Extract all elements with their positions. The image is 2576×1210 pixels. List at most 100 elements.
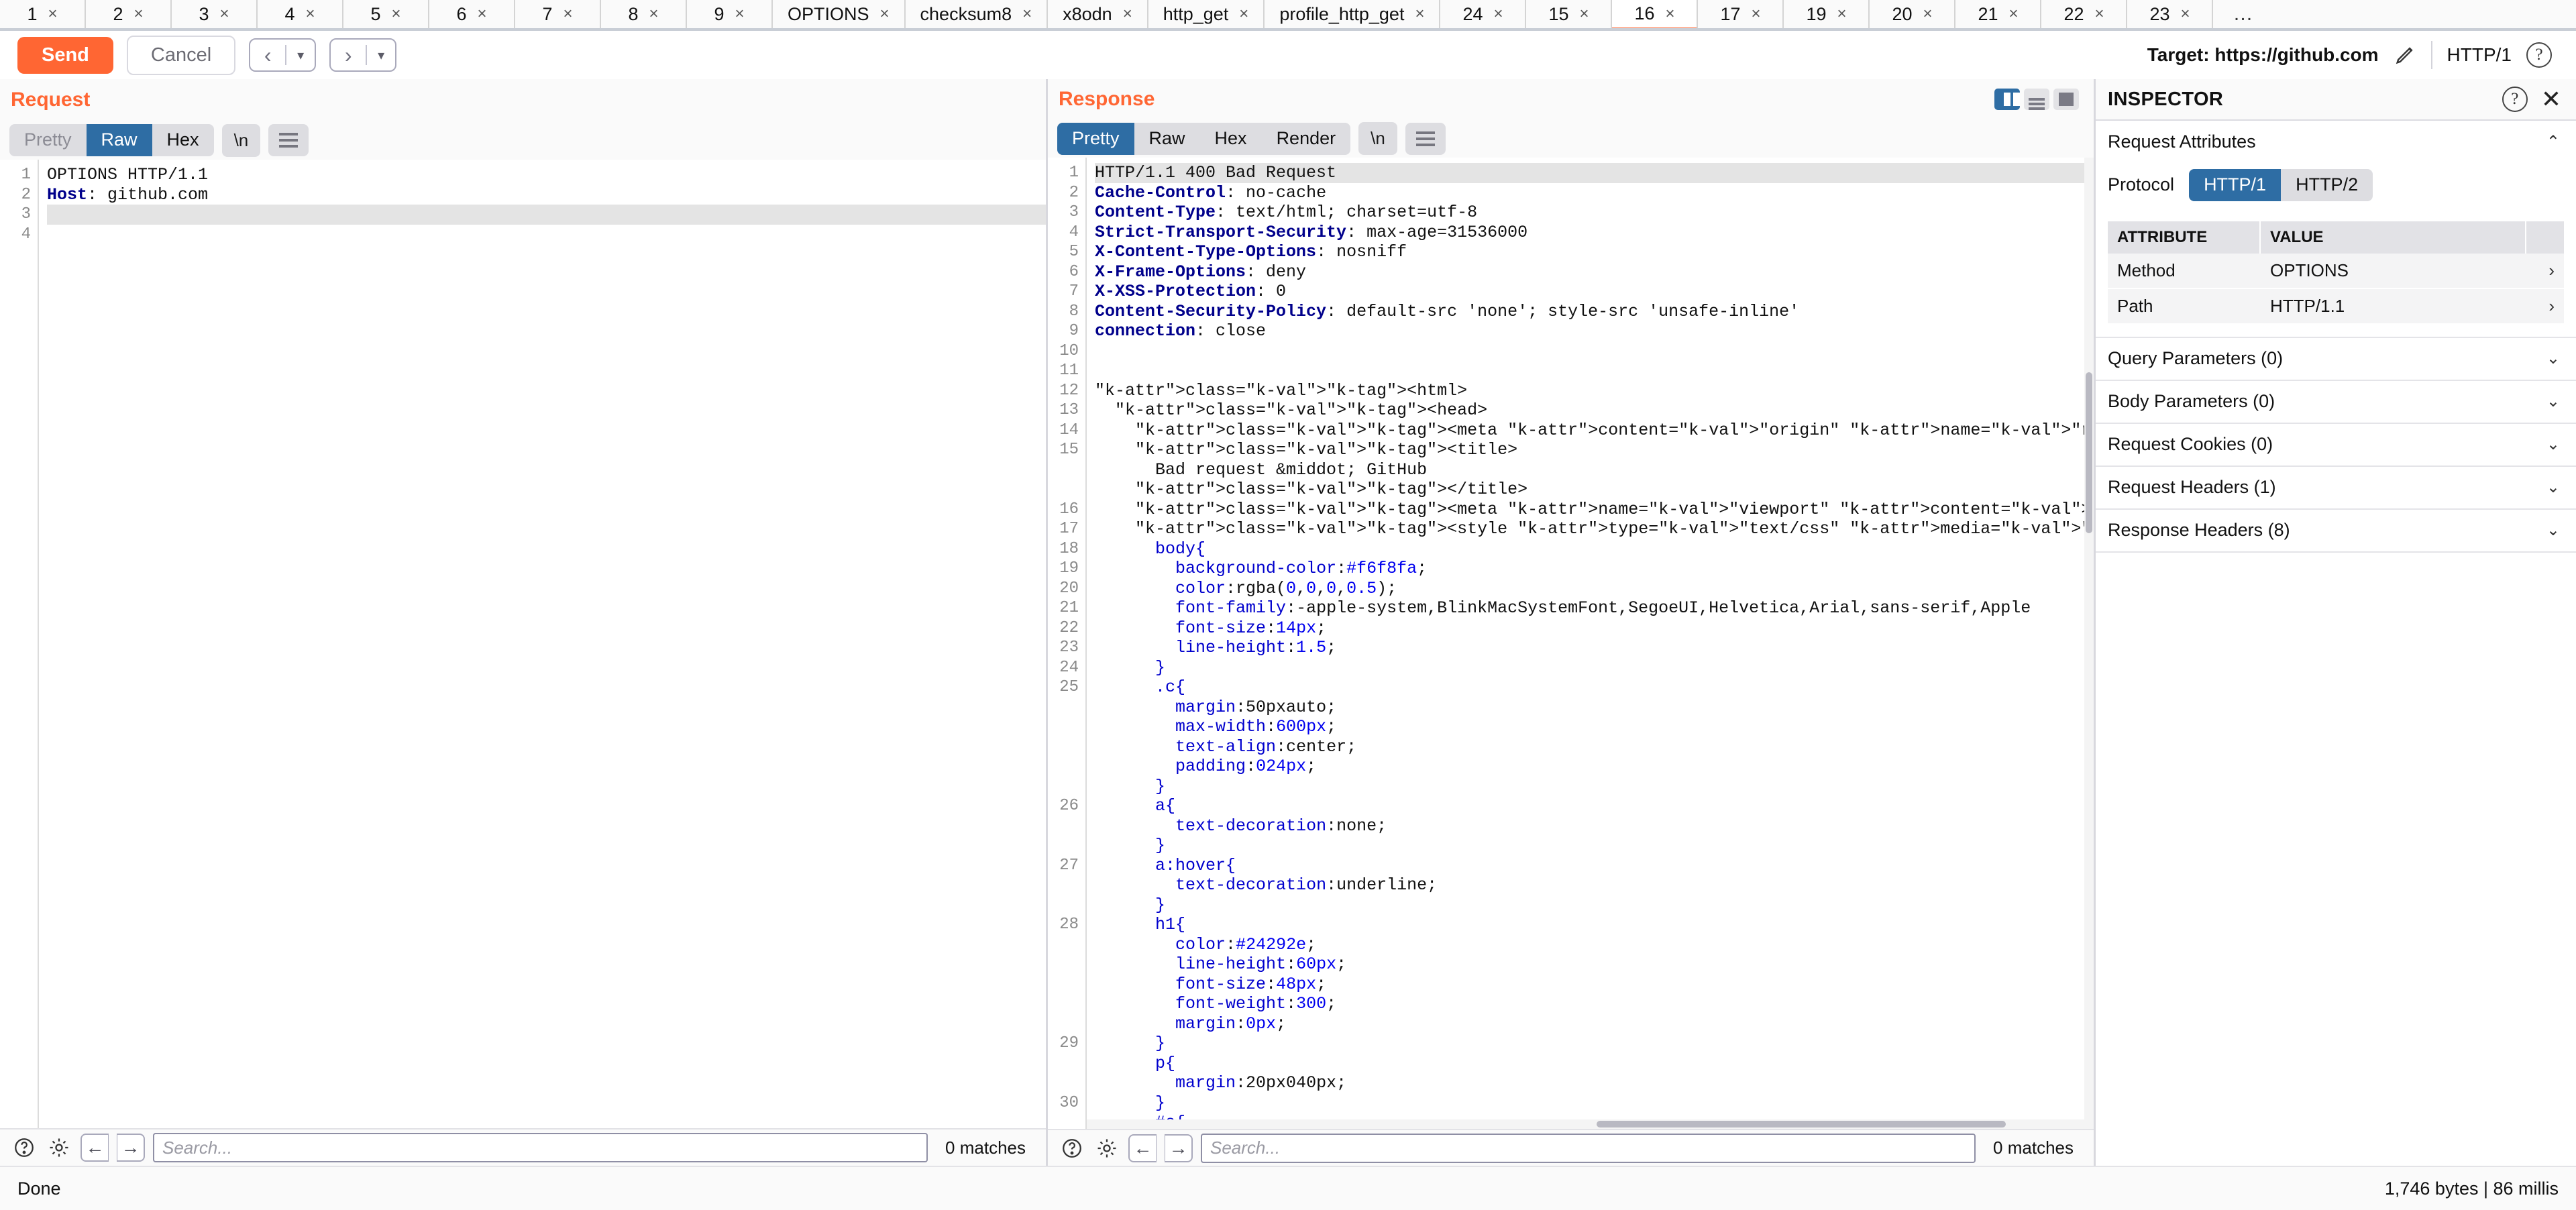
repeater-tab-2[interactable]: 2 × — [86, 0, 172, 28]
close-icon[interactable]: × — [1123, 6, 1132, 22]
request-attributes-header[interactable]: Request Attributes ⌃ — [2096, 121, 2576, 162]
tab-pretty[interactable]: Pretty — [9, 124, 87, 156]
pencil-icon[interactable] — [2394, 44, 2416, 66]
help-icon[interactable] — [11, 1134, 38, 1161]
chevron-down-icon[interactable]: ⌄ — [2546, 478, 2560, 497]
response-horizontal-scrollbar[interactable] — [1087, 1119, 2084, 1130]
search-prev-button[interactable]: ← — [80, 1134, 109, 1162]
help-icon[interactable]: ? — [2526, 42, 2552, 68]
forward-icon[interactable]: › — [331, 40, 366, 70]
repeater-tab-options[interactable]: OPTIONS × — [773, 0, 906, 28]
close-icon[interactable]: × — [1665, 5, 1674, 22]
response-format-segmented[interactable]: Pretty Raw Hex Render — [1057, 123, 1351, 155]
section-header-query-parameters-0[interactable]: Query Parameters (0) ⌄ — [2096, 338, 2576, 380]
section-header-request-headers-1[interactable]: Request Headers (1) ⌄ — [2096, 467, 2576, 508]
close-icon[interactable]: × — [478, 6, 487, 22]
chevron-down-icon[interactable]: ▾ — [367, 40, 395, 70]
close-icon[interactable]: × — [649, 6, 659, 22]
repeater-tab-23[interactable]: 23 × — [2127, 0, 2214, 28]
layout-single-icon[interactable] — [2053, 89, 2079, 111]
close-icon[interactable]: × — [392, 6, 401, 22]
help-icon[interactable]: ? — [2502, 87, 2528, 112]
request-search-input[interactable] — [153, 1133, 928, 1162]
gear-icon[interactable] — [1093, 1135, 1120, 1162]
chevron-right-icon[interactable]: › — [2526, 289, 2564, 323]
response-code[interactable]: HTTP/1.1 400 Bad Request Cache-Control: n… — [1087, 158, 2094, 1129]
response-vertical-scrollbar[interactable] — [2084, 158, 2094, 1130]
close-icon[interactable]: × — [220, 6, 229, 22]
tab-raw[interactable]: Raw — [86, 124, 152, 156]
repeater-tab-5[interactable]: 5 × — [343, 0, 429, 28]
layout-side-by-side-icon[interactable] — [1994, 89, 2020, 111]
response-editor[interactable]: 1 2 3 4 5 6 7 8 9 10 11 12 13 14 15 16 17 18 19 20 21 22 23 24 2… — [1048, 158, 2094, 1130]
repeater-tab-3[interactable]: 3 × — [172, 0, 258, 28]
section-header-body-parameters-0[interactable]: Body Parameters (0) ⌄ — [2096, 381, 2576, 423]
repeater-tab-17[interactable]: 17 × — [1698, 0, 1784, 28]
section-header-response-headers-8[interactable]: Response Headers (8) ⌄ — [2096, 510, 2576, 551]
tab-overflow-button[interactable]: … — [2213, 0, 2274, 28]
close-icon[interactable]: × — [1579, 6, 1589, 22]
protocol-segmented[interactable]: HTTP/1 HTTP/2 — [2189, 169, 2373, 201]
repeater-tab-21[interactable]: 21 × — [1955, 0, 2042, 28]
request-menu-icon[interactable] — [268, 124, 309, 156]
request-editor[interactable]: 1234 OPTIONS HTTP/1.1 Host: github.com — [0, 160, 1046, 1128]
close-icon[interactable]: × — [48, 6, 58, 22]
close-icon[interactable]: ✕ — [2541, 87, 2561, 111]
repeater-tab-15[interactable]: 15 × — [1526, 0, 1613, 28]
chevron-down-icon[interactable]: ⌄ — [2546, 435, 2560, 454]
table-row[interactable]: Path HTTP/1.1 › — [2108, 288, 2564, 325]
close-icon[interactable]: × — [1415, 6, 1424, 22]
tab-http-2[interactable]: HTTP/2 — [2281, 169, 2373, 201]
repeater-tab-22[interactable]: 22 × — [2041, 0, 2128, 28]
send-button[interactable]: Send — [17, 36, 113, 74]
repeater-tab-8[interactable]: 8 × — [601, 0, 687, 28]
repeater-tab-x8odn[interactable]: x8odn × — [1048, 0, 1148, 28]
close-icon[interactable]: × — [1493, 6, 1503, 22]
response-search-input[interactable] — [1201, 1133, 1976, 1163]
chevron-down-icon[interactable]: ⌄ — [2546, 520, 2560, 540]
close-icon[interactable]: × — [1022, 6, 1032, 22]
section-header-request-cookies-0[interactable]: Request Cookies (0) ⌄ — [2096, 424, 2576, 465]
chevron-right-icon[interactable]: › — [2526, 254, 2564, 288]
tab-hex[interactable]: Hex — [152, 124, 214, 156]
response-newline-toggle[interactable]: \n — [1358, 122, 1397, 156]
tab-http-1[interactable]: HTTP/1 — [2189, 169, 2282, 201]
response-menu-icon[interactable] — [1405, 122, 1446, 155]
gear-icon[interactable] — [46, 1134, 72, 1161]
repeater-tab-7[interactable]: 7 × — [515, 0, 601, 28]
repeater-tab-4[interactable]: 4 × — [258, 0, 343, 28]
close-icon[interactable]: × — [564, 6, 573, 22]
repeater-tab-9[interactable]: 9 × — [687, 0, 773, 28]
repeater-tab-http_get[interactable]: http_get × — [1148, 0, 1265, 28]
history-back-split-button[interactable]: ‹ ▾ — [249, 38, 317, 72]
search-prev-button[interactable]: ← — [1128, 1134, 1157, 1162]
chevron-down-icon[interactable]: ⌄ — [2546, 349, 2560, 368]
back-icon[interactable]: ‹ — [250, 40, 285, 70]
request-code[interactable]: OPTIONS HTTP/1.1 Host: github.com — [39, 160, 1046, 1128]
repeater-tab-checksum8[interactable]: checksum8 × — [905, 0, 1049, 28]
repeater-tab-19[interactable]: 19 × — [1784, 0, 1870, 28]
repeater-tab-bar[interactable]: 1 × 2 × 3 × 4 × 5 × 6 × 7 × 8 × 9 × OPTIONS × checksum8 × x8od… — [0, 0, 2576, 31]
response-view-tabs[interactable]: Pretty Raw Hex Render \n — [1048, 119, 2094, 158]
search-next-button[interactable]: → — [117, 1134, 145, 1162]
close-icon[interactable]: × — [880, 6, 890, 22]
tab-pretty[interactable]: Pretty — [1057, 123, 1134, 155]
cancel-button[interactable]: Cancel — [126, 35, 236, 75]
response-layout-toggles[interactable] — [1994, 89, 2094, 111]
close-icon[interactable]: × — [1923, 6, 1932, 22]
tab-raw[interactable]: Raw — [1134, 123, 1200, 155]
tab-hex[interactable]: Hex — [1200, 123, 1262, 155]
close-icon[interactable]: × — [1751, 6, 1760, 22]
close-icon[interactable]: × — [1837, 6, 1846, 22]
close-icon[interactable]: × — [2094, 6, 2104, 22]
close-icon[interactable]: × — [2008, 6, 2018, 22]
request-format-segmented[interactable]: Pretty Raw Hex — [9, 124, 214, 156]
tab-render[interactable]: Render — [1262, 123, 1351, 155]
request-newline-toggle[interactable]: \n — [221, 123, 261, 157]
help-icon[interactable] — [1059, 1135, 1085, 1162]
chevron-down-icon[interactable]: ▾ — [286, 40, 315, 70]
close-icon[interactable]: × — [735, 6, 745, 22]
chevron-down-icon[interactable]: ⌄ — [2546, 392, 2560, 411]
search-next-button[interactable]: → — [1165, 1134, 1193, 1162]
request-view-tabs[interactable]: Pretty Raw Hex \n — [0, 121, 1046, 160]
